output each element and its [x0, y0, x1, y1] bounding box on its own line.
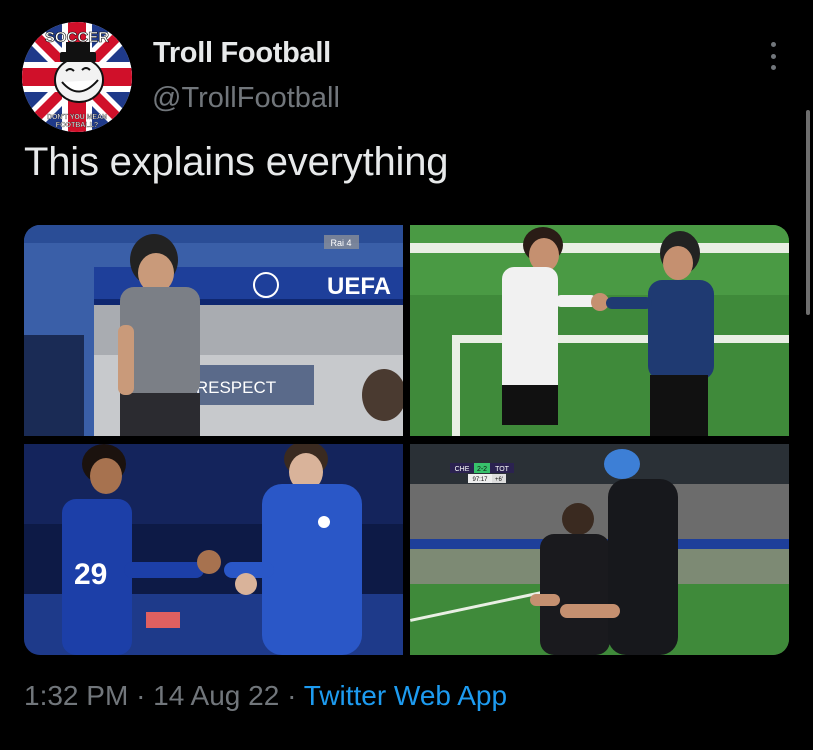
media-photo-1[interactable]: Rai 4 UEFA RESPECT	[24, 225, 403, 436]
avatar-image: SOCCER DON'T YOU MEAN FOOTBALL?	[22, 22, 132, 132]
media-photo-3[interactable]: 29	[24, 444, 403, 655]
media-photo-4[interactable]: CHE 2-2 TOT 97:17 +6'	[410, 444, 789, 655]
tweet-text: This explains everything	[24, 140, 449, 184]
media-photo-2[interactable]	[410, 225, 789, 436]
scoreboard-away: TOT	[495, 466, 510, 473]
media-grid[interactable]: Rai 4 UEFA RESPECT 29 CHE 2-2 TOT 97:17 …	[24, 225, 789, 655]
scoreboard-clock: 97:17	[472, 477, 488, 483]
uefa-banner-text: UEFA	[327, 273, 391, 300]
tweet-date[interactable]: 14 Aug 22	[153, 680, 279, 711]
scrollbar[interactable]	[806, 110, 810, 315]
handle[interactable]: @TrollFootball	[152, 82, 340, 115]
more-vertical-icon[interactable]	[763, 42, 783, 70]
svg-text:FOOTBALL?: FOOTBALL?	[56, 122, 98, 129]
meta-separator: ·	[136, 680, 146, 711]
channel-logo: Rai 4	[330, 238, 351, 248]
scoreboard-added: +6'	[495, 477, 503, 483]
scoreboard-home: CHE	[455, 466, 470, 473]
meta-separator: ·	[287, 680, 297, 711]
svg-text:DON'T YOU MEAN: DON'T YOU MEAN	[47, 114, 107, 121]
avatar[interactable]: SOCCER DON'T YOU MEAN FOOTBALL?	[22, 22, 132, 132]
avatar-text-top: SOCCER	[45, 29, 109, 46]
shirt-number: 29	[74, 558, 107, 591]
scoreboard-score: 2-2	[477, 466, 487, 473]
display-name[interactable]: Troll Football	[153, 37, 331, 70]
tweet-time[interactable]: 1:32 PM	[24, 680, 128, 711]
tweet-source-link[interactable]: Twitter Web App	[304, 680, 507, 711]
respect-board-text: RESPECT	[196, 378, 276, 397]
tweet-meta: 1:32 PM · 14 Aug 22 · Twitter Web App	[24, 680, 507, 712]
